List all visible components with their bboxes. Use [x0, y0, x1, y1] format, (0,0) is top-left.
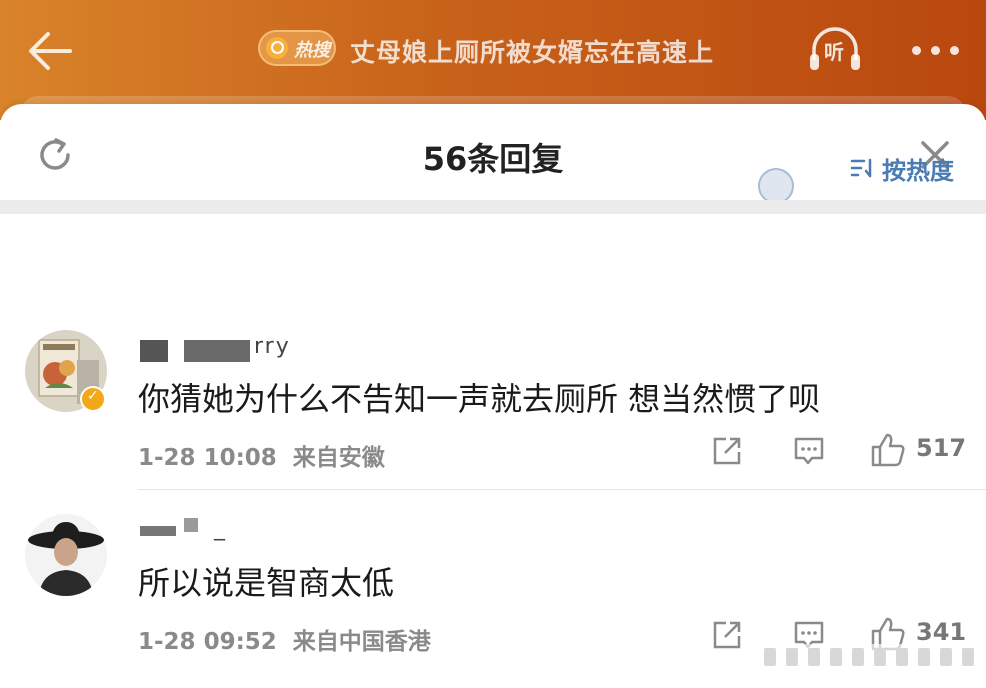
thumbs-up-icon [871, 433, 905, 467]
username-redaction [140, 526, 176, 536]
verified-badge [80, 386, 106, 412]
hot-search-badge[interactable]: 热搜 [258, 30, 336, 66]
comment-icon [794, 437, 824, 465]
sheet-divider [0, 200, 986, 214]
comment-item[interactable]: rry 你猜她为什么不告知一声就去厕所 想当然惯了呗 1-28 10:08 来自… [0, 330, 986, 490]
sort-button[interactable]: 按热度 [850, 152, 954, 185]
comment-divider [138, 489, 986, 490]
sheet-header: 56条回复 [0, 104, 986, 204]
scroll-handle[interactable] [758, 168, 794, 204]
username-redaction [140, 340, 168, 362]
avatar-image [25, 514, 107, 596]
avatar[interactable] [25, 514, 107, 596]
comment-text: 所以说是智商太低 [138, 564, 395, 602]
share-button[interactable] [710, 434, 744, 468]
share-button[interactable] [710, 618, 744, 652]
more-options-button[interactable] [904, 32, 964, 68]
like-button[interactable]: 517 [870, 432, 966, 470]
more-icon [912, 46, 921, 55]
hot-search-label: 热搜 [294, 40, 330, 61]
share-icon [713, 437, 741, 465]
comment-text: 你猜她为什么不告知一声就去厕所 想当然惯了呗 [138, 380, 821, 418]
more-icon-dot [950, 46, 959, 55]
comment-time: 1-28 09:52 [138, 629, 277, 655]
back-arrow-icon [29, 32, 72, 70]
share-icon [713, 621, 741, 649]
sort-icon [850, 158, 872, 178]
username-redaction [184, 340, 250, 362]
username[interactable]: rry [254, 334, 291, 359]
search-icon [266, 37, 288, 59]
comment-meta: 1-28 09:52 来自中国香港 [138, 622, 431, 656]
topic-title: 丈母娘上厕所被女婿忘在高速上 [350, 38, 715, 67]
comment-meta: 1-28 10:08 来自安徽 [138, 438, 385, 472]
comment-location: 来自中国香港 [292, 629, 431, 655]
reply-count-title: 56条回复 [422, 140, 564, 178]
watermark [756, 644, 982, 672]
comment-actions: 517 [706, 432, 966, 472]
listen-button[interactable]: 听 [806, 26, 864, 74]
like-count: 517 [916, 434, 967, 462]
listen-label: 听 [824, 40, 844, 64]
back-button[interactable] [22, 26, 78, 76]
like-count: 341 [916, 618, 967, 646]
username[interactable]: _ [214, 516, 227, 541]
sort-label: 按热度 [882, 156, 954, 185]
comment-time: 1-28 10:08 [138, 445, 277, 471]
comment-location: 来自安徽 [292, 445, 385, 471]
username-redaction [184, 518, 198, 532]
more-icon-dot [931, 46, 940, 55]
reply-button[interactable] [792, 434, 826, 468]
